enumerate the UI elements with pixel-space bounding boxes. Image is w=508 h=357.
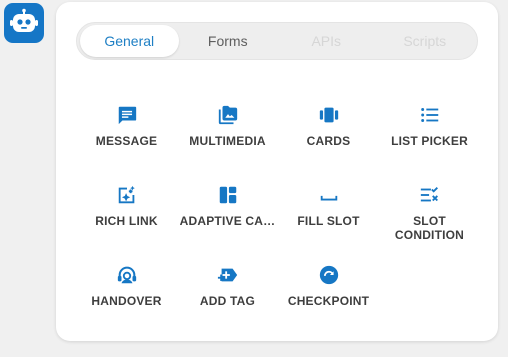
node-label: RICH LINK bbox=[95, 214, 158, 228]
tab-scripts: Scripts bbox=[403, 33, 447, 49]
node-label: CHECKPOINT bbox=[287, 294, 370, 308]
node-rich-link[interactable]: RICH LINK bbox=[76, 164, 177, 244]
list-picker-icon bbox=[419, 104, 441, 126]
node-label: CARDS bbox=[306, 134, 351, 148]
add-tag-icon bbox=[217, 264, 239, 286]
node-grid: MESSAGE MULTIMEDIA CARDS LIST PICKER RIC bbox=[76, 84, 480, 324]
node-label: HANDOVER bbox=[91, 294, 162, 308]
slot-condition-icon bbox=[419, 184, 441, 206]
rich-link-icon bbox=[116, 184, 138, 206]
tab-bar: General Forms APIs Scripts bbox=[76, 22, 478, 60]
cards-icon bbox=[318, 104, 340, 126]
robot-icon bbox=[10, 8, 38, 32]
fill-slot-icon bbox=[318, 184, 340, 206]
node-slot-condition[interactable]: SLOT CONDITION bbox=[379, 164, 480, 244]
node-adaptive-card[interactable]: ADAPTIVE CA… bbox=[177, 164, 278, 244]
node-label: ADD TAG bbox=[199, 294, 256, 308]
adaptive-card-icon bbox=[217, 184, 239, 206]
node-handover[interactable]: HANDOVER bbox=[76, 244, 177, 324]
node-label: SLOT CONDITION bbox=[394, 214, 465, 242]
node-cards[interactable]: CARDS bbox=[278, 84, 379, 164]
node-palette-panel: General Forms APIs Scripts MESSAGE MULTI… bbox=[56, 2, 498, 341]
node-message[interactable]: MESSAGE bbox=[76, 84, 177, 164]
tab-apis: APIs bbox=[311, 33, 342, 49]
node-label: MESSAGE bbox=[95, 134, 158, 148]
handover-icon bbox=[116, 264, 138, 286]
node-list-picker[interactable]: LIST PICKER bbox=[379, 84, 480, 164]
multimedia-icon bbox=[217, 104, 239, 126]
node-label: ADAPTIVE CA… bbox=[179, 214, 276, 228]
tab-general[interactable]: General bbox=[80, 25, 179, 57]
node-label: MULTIMEDIA bbox=[189, 134, 266, 148]
node-fill-slot[interactable]: FILL SLOT bbox=[278, 164, 379, 244]
node-checkpoint[interactable]: CHECKPOINT bbox=[278, 244, 379, 324]
node-label: LIST PICKER bbox=[391, 134, 468, 148]
node-multimedia[interactable]: MULTIMEDIA bbox=[177, 84, 278, 164]
tab-forms[interactable]: Forms bbox=[179, 25, 278, 57]
checkpoint-icon bbox=[318, 264, 340, 286]
node-label: FILL SLOT bbox=[297, 214, 360, 228]
message-icon bbox=[116, 104, 138, 126]
bot-logo bbox=[4, 3, 44, 43]
node-add-tag[interactable]: ADD TAG bbox=[177, 244, 278, 324]
